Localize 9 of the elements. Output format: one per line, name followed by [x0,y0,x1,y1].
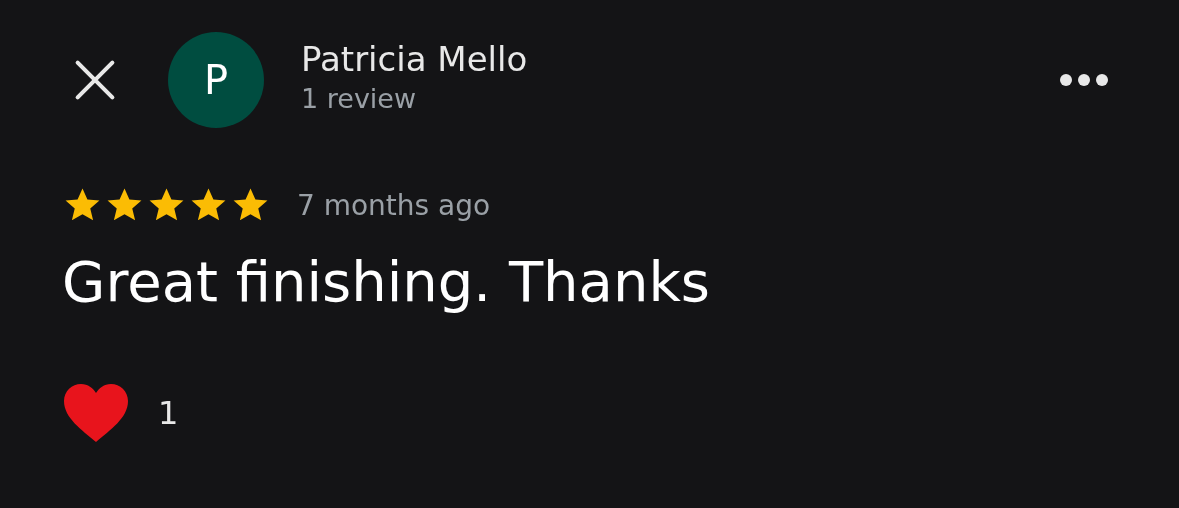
avatar[interactable]: P [168,32,264,128]
review-count: 1 review [301,82,418,116]
close-icon[interactable] [74,59,116,101]
heart-icon[interactable] [62,382,130,444]
reviewer-name[interactable]: Patricia Mello [301,37,528,81]
review-text: Great finishing. Thanks [61,248,712,316]
more-options-icon[interactable] [1059,73,1109,87]
reaction-count: 1 [158,394,179,432]
review-time: 7 months ago [297,188,491,222]
